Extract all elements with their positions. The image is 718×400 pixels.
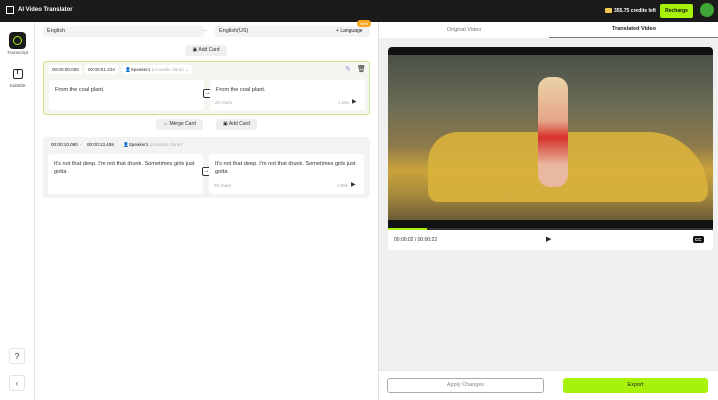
arrow-right-icon: → [202, 27, 208, 33]
progress-fill [388, 228, 427, 230]
play-icon[interactable]: ▶ [352, 98, 357, 106]
add-card-label: Add Card [228, 121, 250, 127]
speaker-note: (Acoustic clone) [149, 142, 182, 147]
avatar[interactable] [700, 3, 714, 17]
speaker-name: Speaker1 [128, 142, 149, 147]
transcript-panel: English → English(US) + Language New ▣ A… [35, 20, 378, 400]
time-display: 00:00:02 / 00:00:22 [394, 237, 438, 243]
home-icon[interactable] [6, 6, 14, 14]
collapse-button[interactable]: ‹ [9, 375, 25, 391]
char-count: 20 chars [215, 100, 233, 105]
top-bar: AI Video Translator 355.75 credits left … [0, 0, 718, 22]
delete-icon[interactable]: 🗑 [357, 65, 366, 73]
add-language-label: Language [340, 28, 363, 34]
source-language-select[interactable]: English [43, 26, 204, 37]
sidebar-item-transcript[interactable]: Transcript [0, 32, 35, 60]
video-frame[interactable] [388, 47, 713, 230]
end-time[interactable]: 00:00:01.224 [85, 65, 118, 74]
dash: - [81, 67, 83, 72]
recharge-button[interactable]: Recharge [660, 4, 693, 18]
duration: 1.09s [338, 100, 350, 105]
dash: - [80, 142, 82, 147]
duration: 0.98s [337, 183, 349, 188]
add-card-button[interactable]: ▣ Add Card [185, 45, 227, 56]
sidebar-item-label: Subtitle [9, 84, 26, 89]
sidebar: Transcript T Subtitle ? ‹ [0, 22, 35, 400]
help-button[interactable]: ? [9, 348, 25, 364]
speaker-note: (Acoustic clone) [151, 67, 184, 72]
target-text-value[interactable]: It's not that deep. I'm not that drunk. … [215, 161, 356, 175]
transcript-icon [9, 32, 26, 49]
target-text[interactable]: From the coal plant. 20 chars 1.09s ▶ [210, 80, 365, 110]
video-panel: Original Video Translated Video 00:00:02… [378, 22, 718, 400]
char-count: 66 chars [214, 183, 232, 188]
play-button[interactable]: ▶ [546, 235, 551, 243]
app-title: AI Video Translator [18, 7, 73, 13]
cc-button[interactable]: CC [693, 236, 704, 243]
source-text[interactable]: From the coal plant. [49, 80, 204, 110]
transcript-card[interactable]: 00:00:00.000 - 00:00:01.224 👤Speaker1 (A… [43, 61, 370, 115]
video-player[interactable]: 00:00:02 / 00:00:22 ▶ CC [388, 47, 713, 250]
end-time[interactable]: 00:00:13.459 [87, 142, 114, 147]
merge-card-label: Merge Card [169, 121, 196, 127]
tab-original-video[interactable]: Original Video [379, 22, 549, 38]
target-text-value[interactable]: From the coal plant. [216, 87, 265, 93]
apply-changes-button[interactable]: Apply Changes [387, 378, 544, 393]
sidebar-item-label: Transcript [6, 51, 29, 56]
add-card-button[interactable]: ▣ Add Card [216, 119, 257, 130]
new-badge: New [357, 20, 372, 27]
transcript-card[interactable]: 00:00:10.080 - 00:00:13.459 👤Speaker1 (A… [43, 137, 370, 198]
credits-text: 355.75 credits left [614, 7, 656, 14]
target-text[interactable]: It's not that deep. I'm not that drunk. … [209, 154, 364, 194]
subtitle-icon: T [12, 69, 23, 79]
merge-card-button[interactable]: ⇔ Merge Card [156, 119, 203, 130]
add-language-button[interactable]: + Language [336, 28, 363, 34]
add-card-label: Add Card [198, 47, 220, 53]
credits-icon [605, 8, 612, 13]
start-time[interactable]: 00:00:10.080 [51, 142, 78, 147]
play-icon[interactable]: ▶ [351, 181, 356, 189]
chevron-down-icon: ⌄ [184, 67, 189, 72]
progress-bar[interactable] [388, 228, 713, 230]
speaker-select[interactable]: 👤Speaker1 (Acoustic clone) ⌄ [122, 65, 192, 74]
edit-icon[interactable]: ✎ [345, 65, 351, 73]
export-button[interactable]: Export [563, 378, 708, 393]
tab-translated-video[interactable]: Translated Video [549, 22, 718, 38]
source-text[interactable]: It's not that deep. I'm not that drunk. … [48, 154, 203, 194]
start-time[interactable]: 00:00:00.000 [49, 65, 82, 74]
sidebar-item-subtitle[interactable]: T Subtitle [0, 69, 35, 97]
speaker-select[interactable]: 👤Speaker1 (Acoustic clone) [123, 142, 182, 148]
speaker-name: Speaker1 [130, 67, 151, 72]
